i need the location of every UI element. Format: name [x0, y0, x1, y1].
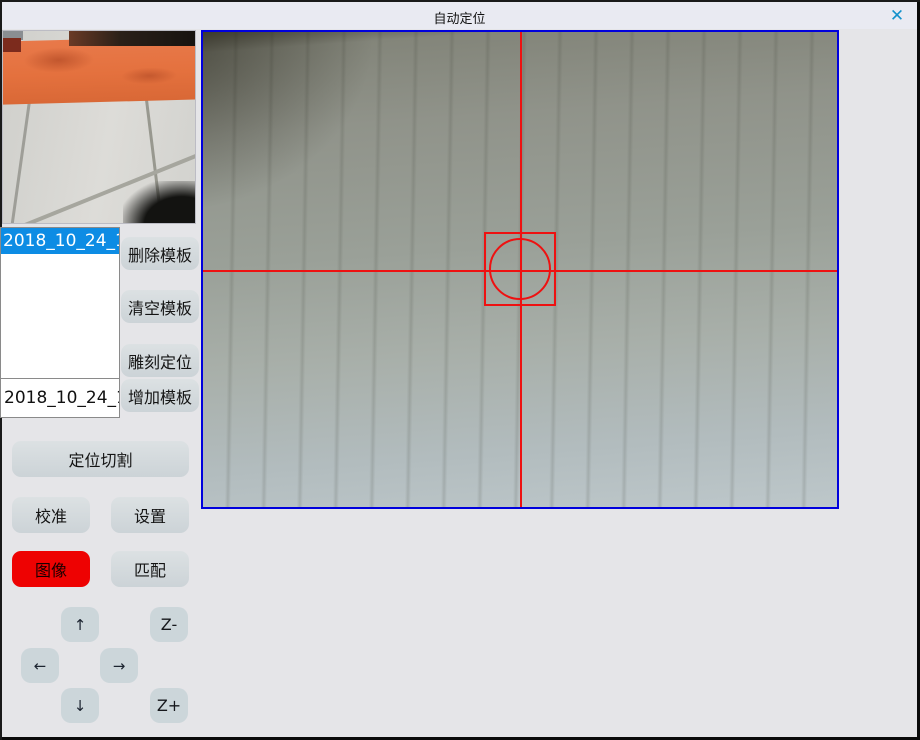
template-match-circle: [489, 238, 551, 300]
title-bar: 自动定位 ✕: [2, 2, 917, 29]
arrow-left-icon: ←: [34, 657, 47, 675]
settings-button[interactable]: 设置: [111, 497, 189, 533]
template-name-input[interactable]: [0, 378, 120, 418]
tile-grout-line: [10, 99, 31, 224]
jog-right-button[interactable]: →: [100, 648, 138, 683]
jog-left-button[interactable]: ←: [21, 648, 59, 683]
match-button[interactable]: 匹配: [111, 551, 189, 587]
dark-red-patch: [3, 38, 21, 52]
dark-brown-strip: [69, 31, 196, 46]
close-button[interactable]: ✕: [886, 5, 908, 27]
arrow-down-icon: ↓: [74, 697, 87, 715]
jog-up-button[interactable]: ↑: [61, 607, 99, 642]
template-list-item[interactable]: 2018_10_24_11: [1, 228, 119, 254]
add-template-button[interactable]: 增加模板: [121, 379, 199, 412]
auto-position-dialog: 自动定位 ✕ 2018_10_24_11 删除模板 清空模板 雕刻定位 增加模板…: [0, 0, 920, 740]
dark-object: [123, 181, 196, 224]
template-thumbnail-preview: [2, 30, 196, 224]
z-minus-button[interactable]: Z-: [150, 607, 188, 642]
close-icon: ✕: [890, 6, 904, 26]
calibrate-button[interactable]: 校准: [12, 497, 90, 533]
window-title: 自动定位: [2, 8, 917, 27]
arrow-right-icon: →: [113, 657, 126, 675]
position-cut-button[interactable]: 定位切割: [12, 441, 189, 477]
template-list[interactable]: 2018_10_24_11: [0, 227, 120, 379]
delete-template-button[interactable]: 删除模板: [121, 237, 199, 270]
engrave-position-button[interactable]: 雕刻定位: [121, 344, 199, 377]
image-button[interactable]: 图像: [12, 551, 90, 587]
z-plus-button[interactable]: Z+: [150, 688, 188, 723]
orange-beam: [2, 36, 196, 104]
camera-view[interactable]: [201, 30, 839, 509]
clear-templates-button[interactable]: 清空模板: [121, 290, 199, 323]
arrow-up-icon: ↑: [74, 616, 87, 634]
jog-down-button[interactable]: ↓: [61, 688, 99, 723]
